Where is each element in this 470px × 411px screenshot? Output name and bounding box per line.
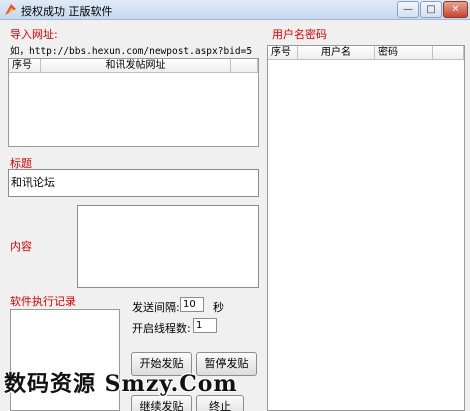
import-example: 如，http://bbs.hexun.com/newpost.aspx?bid=… xyxy=(10,46,253,57)
watermark-text: 数码资源 Smzy.Com xyxy=(4,371,238,397)
import-col-index[interactable]: 序号 xyxy=(9,59,41,73)
maximize-button[interactable]: □ xyxy=(420,1,442,18)
window-title: 授权成功 正版软件 xyxy=(21,5,113,18)
import-col-filler xyxy=(231,59,258,73)
threads-input[interactable]: 1 xyxy=(193,318,217,333)
minimize-button[interactable]: — xyxy=(397,1,419,18)
import-url-list[interactable]: 序号 和讯发帖网址 xyxy=(8,58,259,147)
threads-label: 开启线程数: xyxy=(132,322,191,335)
import-col-url[interactable]: 和讯发帖网址 xyxy=(41,59,231,73)
content-label: 内容 xyxy=(10,240,32,253)
log-label: 软件执行记录 xyxy=(10,295,76,308)
close-button[interactable]: ✕ xyxy=(443,1,468,18)
accounts-col-username[interactable]: 用户名 xyxy=(298,46,375,60)
interval-label: 发送间隔: xyxy=(132,301,180,314)
accounts-col-password[interactable]: 密码 xyxy=(375,46,433,60)
accounts-list[interactable]: 序号 用户名 密码 xyxy=(267,45,465,411)
title-bar: 授权成功 正版软件 — □ ✕ xyxy=(0,0,470,20)
import-label: 导入网址: xyxy=(10,28,58,41)
accounts-col-index[interactable]: 序号 xyxy=(268,46,298,60)
accounts-label: 用户名密码 xyxy=(272,28,327,41)
interval-unit: 秒 xyxy=(213,301,224,314)
app-icon xyxy=(5,4,16,15)
content-textarea[interactable] xyxy=(77,205,259,288)
accounts-col-filler xyxy=(433,46,464,60)
title-input[interactable]: 和讯论坛 xyxy=(8,169,259,197)
interval-input[interactable]: 10 xyxy=(180,297,204,312)
